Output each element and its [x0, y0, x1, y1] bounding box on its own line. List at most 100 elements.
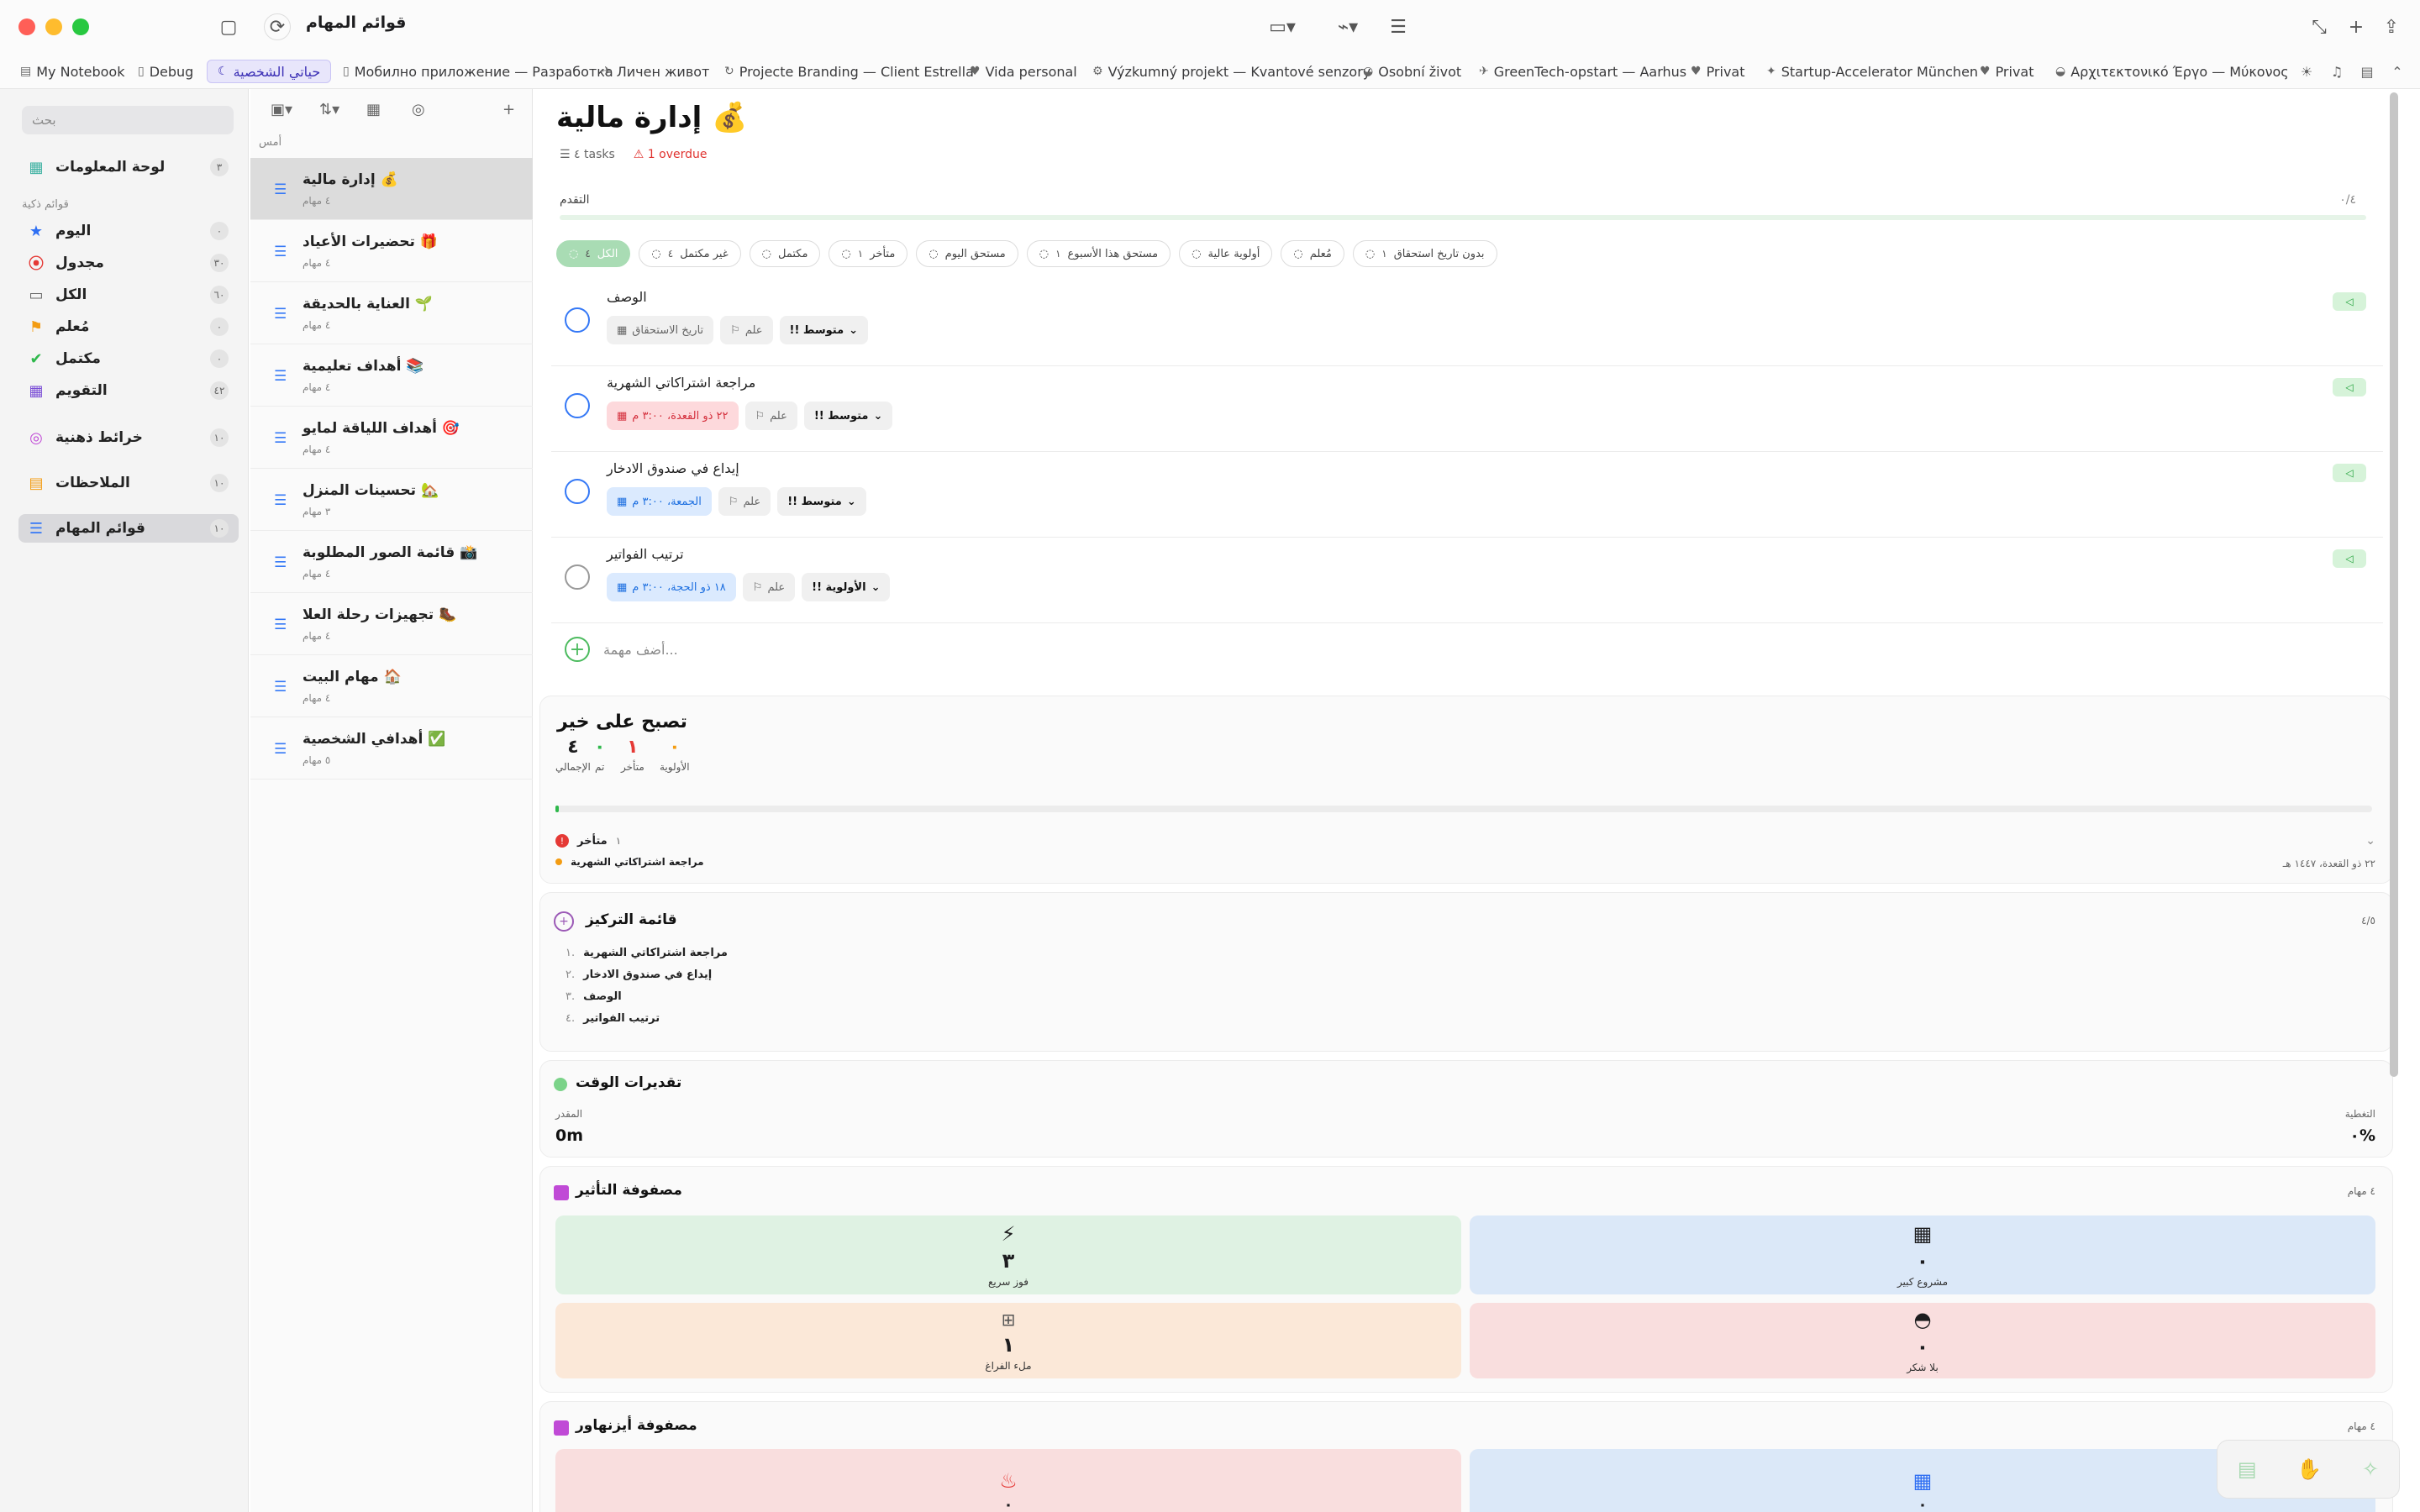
sidebar-item-notes[interactable]: ▤ الملاحظات ١٠ — [18, 469, 239, 497]
filter-chip[interactable]: ◌ مكتمل — [749, 240, 821, 267]
sort-menu-icon[interactable]: ⇅▾ — [319, 101, 339, 118]
task-title[interactable]: إيداع في صندوق الادخار — [607, 460, 739, 476]
add-icon[interactable]: + — [2343, 13, 2370, 40]
tab-architecture-mykonos[interactable]: ◒ Αρχιτεκτονικό Έργο — Μύκονος — [2055, 60, 2289, 83]
focus-item[interactable]: ٤. ترتيب الفواتير — [566, 1012, 660, 1025]
focus-item[interactable]: ٣. الوصف — [566, 990, 622, 1003]
priority-pill[interactable]: !! متوسط ⌄ — [803, 402, 893, 430]
task-checkbox[interactable] — [565, 393, 590, 418]
due-date-pill[interactable]: ▦ تاريخ الاستحقاق — [607, 316, 714, 344]
priority-pill[interactable]: !! الأولوية ⌄ — [802, 573, 891, 601]
add-task-row[interactable]: + أضف مهمة... — [565, 637, 678, 662]
tab-osobni-zivot[interactable]: ◒ Osobní život — [1363, 60, 1461, 83]
list-item[interactable]: ☰ تحسينات المنزل 🏡 ٣ مهام — [250, 469, 533, 531]
list-item[interactable]: ☰ مهام البيت 🏠 ٤ مهام — [250, 655, 533, 717]
due-date-pill[interactable]: ▦ ٢٢ ذو القعدة، ٣:٠٠ م — [607, 402, 739, 430]
sidebar-item-today[interactable]: ★ اليوم ٠ — [18, 217, 239, 245]
big-project-quadrant[interactable]: ▦ ٠ مشروع كبير — [1470, 1215, 2375, 1294]
task-row[interactable]: الوصف ▦ تاريخ الاستحقاق ⚐ علم!! متوسط ⌄ ◁ — [551, 281, 2383, 366]
notes-icon[interactable]: ▤ — [2238, 1457, 2257, 1481]
task-tag[interactable]: ◁ — [2333, 549, 2366, 568]
sync-icon[interactable]: ⟳ — [264, 13, 291, 40]
tab-my-notebook[interactable]: ▤ My Notebook — [20, 60, 124, 83]
sidebar-item-all[interactable]: ▭ الكل ٦٠ — [18, 281, 239, 309]
task-tag[interactable]: ◁ — [2333, 292, 2366, 311]
archive-menu-icon[interactable]: ▣▾ — [271, 101, 292, 118]
urgent-important-quadrant[interactable]: ♨ ٠ — [555, 1449, 1461, 1512]
overdue-section[interactable]: ! متأخر ١ — [555, 834, 621, 848]
list-item[interactable]: ☰ العناية بالحديقة 🌱 ٤ مهام — [250, 282, 533, 344]
tab-mobile-app[interactable]: ▯ Мобилно приложение — Разработка — [343, 60, 613, 83]
task-row[interactable]: ترتيب الفواتير ▦ ١٨ ذو الحجة، ٣:٠٠ م ⚐ علم!!… — [551, 538, 2383, 623]
fill-in-quadrant[interactable]: ⊞ ١ ملء الفراغ — [555, 1303, 1461, 1378]
filter-chip[interactable]: ◌ أولوية عالية — [1179, 240, 1273, 267]
minimize-window-button[interactable] — [45, 18, 62, 35]
list-item[interactable]: ☰ قائمة الصور المطلوبة 📸 ٤ مهام — [250, 531, 533, 593]
filter-chip[interactable]: ◌ ٤ الكل — [556, 240, 631, 267]
due-date-pill[interactable]: ▦ ١٨ ذو الحجة، ٣:٠٠ م — [607, 573, 736, 601]
flag-pill[interactable]: ⚐ علم — [742, 573, 796, 601]
sidebar-item-mindmaps[interactable]: ◎ خرائط ذهنية ١٠ — [18, 423, 239, 452]
tab-projecte-branding[interactable]: ↻ Projecte Branding — Client Estrella — [724, 60, 974, 83]
tab-privat-2[interactable]: ♥ Privat — [1980, 60, 2034, 83]
magic-wand-icon[interactable]: ✧ — [2362, 1457, 2379, 1481]
sidebar-toggle-icon[interactable]: ▢ — [215, 13, 242, 40]
sidebar-item-tasklists[interactable]: ☰ قوائم المهام ١٠ — [18, 514, 239, 543]
chevron-down-icon[interactable]: ⌄ — [2365, 834, 2375, 848]
sidebar-item-calendar[interactable]: ▦ التقويم ٤٢ — [18, 376, 239, 405]
task-tag[interactable]: ◁ — [2333, 378, 2366, 396]
share-icon[interactable]: ⇪ — [2378, 13, 2405, 40]
tab-personal-life[interactable]: ☾ حياتي الشخصية — [207, 60, 332, 83]
sidebar-item-completed[interactable]: ✔ مكتمل ٠ — [18, 344, 239, 373]
tab-startup-accelerator[interactable]: ✦ Startup-Accelerator München — [1766, 60, 1978, 83]
list-item[interactable]: ☰ أهداف تعليمية 📚 ٤ مهام — [250, 344, 533, 407]
chart-menu-icon[interactable]: ⌁▾ — [1328, 13, 1368, 40]
bell-icon[interactable]: ♫ — [2324, 64, 2349, 80]
list-item[interactable]: ☰ أهداف اللياقة لمايو 🎯 ٤ مهام — [250, 407, 533, 469]
close-window-button[interactable] — [18, 18, 35, 35]
filter-settings-icon[interactable]: ☰ — [1385, 13, 1412, 40]
task-row[interactable]: إيداع في صندوق الادخار ▦ الجمعة، ٣:٠٠ م ⚐ عل… — [551, 452, 2383, 538]
list-item[interactable]: ☰ إدارة مالية 💰 ٤ مهام — [250, 158, 533, 220]
task-checkbox[interactable] — [565, 479, 590, 504]
add-list-icon[interactable]: + — [502, 101, 515, 118]
panel-icon[interactable]: ▤ — [2354, 64, 2380, 80]
flag-pill[interactable]: ⚐ علم — [718, 487, 771, 516]
list-item[interactable]: ☰ أهدافي الشخصية ✅ ٥ مهام — [250, 717, 533, 780]
thankless-quadrant[interactable]: ◓ ٠ بلا شكر — [1470, 1303, 2375, 1378]
task-title[interactable]: ترتيب الفواتير — [607, 546, 684, 562]
filter-chip[interactable]: ◌ ٤ غير مكتمل — [639, 240, 741, 267]
layout-menu-icon[interactable]: ▭▾ — [1262, 13, 1302, 40]
flag-pill[interactable]: ⚐ علم — [720, 316, 773, 344]
hand-icon[interactable]: ✋ — [2296, 1457, 2322, 1481]
flag-pill[interactable]: ⚐ علم — [744, 402, 797, 430]
filter-chip[interactable]: ◌ مستحق اليوم — [916, 240, 1018, 267]
expand-icon[interactable]: ⤡ — [2306, 13, 2333, 40]
quick-win-quadrant[interactable]: ⚡ ٣ فوز سريع — [555, 1215, 1461, 1294]
task-checkbox[interactable] — [565, 307, 590, 333]
task-title[interactable]: مراجعة اشتراكاتي الشهرية — [607, 375, 755, 391]
task-title[interactable]: الوصف — [607, 289, 647, 305]
due-date-pill[interactable]: ▦ الجمعة، ٣:٠٠ م — [607, 487, 712, 516]
tab-lichen-zhivot[interactable]: ✈ Личен живот — [602, 60, 709, 83]
sidebar-item-scheduled[interactable]: ⦿ مجدول ٣٠ — [18, 249, 239, 277]
priority-pill[interactable]: !! متوسط ⌄ — [779, 316, 869, 344]
add-task-input[interactable]: أضف مهمة... — [603, 642, 678, 658]
tab-vida-personal[interactable]: ♥ Vida personal — [970, 60, 1077, 83]
tab-greentech[interactable]: ✈ GreenTech-opstart — Aarhus — [1479, 60, 1686, 83]
chevron-up-icon[interactable]: ⌃ — [2385, 64, 2410, 80]
sun-icon[interactable]: ☀ — [2294, 64, 2319, 80]
filter-chip[interactable]: ◌ ١ مستحق هذا الأسبوع — [1026, 240, 1171, 267]
task-tag[interactable]: ◁ — [2333, 464, 2366, 482]
priority-pill[interactable]: !! متوسط ⌄ — [777, 487, 866, 516]
zoom-window-button[interactable] — [72, 18, 89, 35]
focus-item[interactable]: ٢. إيداع في صندوق الادخار — [566, 969, 712, 981]
filter-chip[interactable]: ◌ مُعلم — [1281, 240, 1344, 267]
tab-vyzkumny-projekt[interactable]: ⚙ Výzkumný projekt — Kvantové senzory — [1092, 60, 1370, 83]
scrollbar[interactable] — [2390, 92, 2398, 1077]
task-checkbox[interactable] — [565, 564, 590, 590]
sidebar-item-dashboard[interactable]: ▦ لوحة المعلومات ٣ — [18, 153, 239, 181]
sidebar-item-flagged[interactable]: ⚑ مُعلم ٠ — [18, 312, 239, 341]
task-row[interactable]: مراجعة اشتراكاتي الشهرية ▦ ٢٢ ذو القعدة، ٣… — [551, 366, 2383, 452]
filter-chip[interactable]: ◌ ١ بدون تاريخ استحقاق — [1352, 240, 1497, 267]
